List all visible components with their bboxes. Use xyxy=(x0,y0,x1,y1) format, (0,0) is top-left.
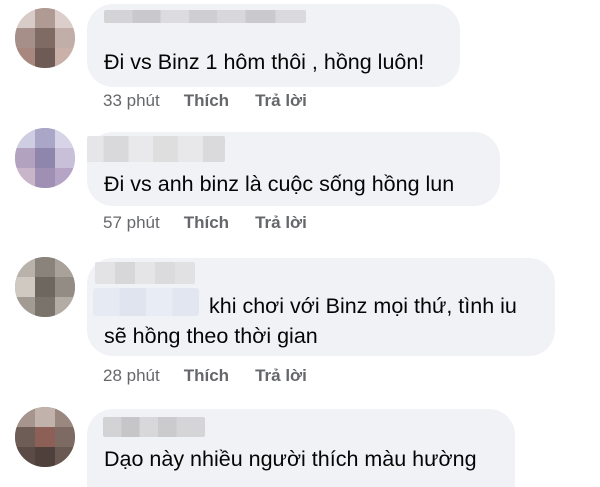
like-button[interactable]: Thích xyxy=(184,366,229,386)
comment-actions: 33 phút Thích Trả lời xyxy=(103,91,307,111)
comment-text: Đi vs anh binz là cuộc sống hồng lun xyxy=(104,172,455,196)
comment-text: Dạo này nhiều người thích màu hường xyxy=(104,447,477,471)
comment-text-line-1: khi chơi với Binz mọi thứ, tình iu xyxy=(209,294,517,318)
commenter-name[interactable] xyxy=(104,10,306,23)
reply-button[interactable]: Trả lời xyxy=(255,213,307,233)
commenter-name[interactable] xyxy=(95,262,195,284)
comment-bubble: Dạo này nhiều người thích màu hường xyxy=(87,409,515,487)
comment-text: Đi vs Binz 1 hôm thôi , hồng luôn! xyxy=(104,50,425,74)
blurred-tag xyxy=(93,288,199,316)
avatar[interactable] xyxy=(15,407,75,467)
comment-bubble: khi chơi với Binz mọi thứ, tình iu sẽ hồ… xyxy=(87,258,555,356)
comment-time[interactable]: 28 phút xyxy=(103,366,160,386)
reply-button[interactable]: Trả lời xyxy=(255,366,307,386)
comment-actions: 57 phút Thích Trả lời xyxy=(103,213,307,233)
comment-time[interactable]: 33 phút xyxy=(103,91,160,111)
avatar[interactable] xyxy=(15,128,75,188)
like-button[interactable]: Thích xyxy=(184,213,229,233)
commenter-name[interactable] xyxy=(87,136,225,162)
comment-actions: 28 phút Thích Trả lời xyxy=(103,366,307,386)
avatar[interactable] xyxy=(15,257,75,317)
avatar[interactable] xyxy=(15,8,75,68)
comment-text-line-2: sẽ hồng theo thời gian xyxy=(104,324,318,348)
commenter-name[interactable] xyxy=(103,417,205,437)
comment-time[interactable]: 57 phút xyxy=(103,213,160,233)
comment-bubble: Đi vs Binz 1 hôm thôi , hồng luôn! xyxy=(87,4,460,87)
reply-button[interactable]: Trả lời xyxy=(255,91,307,111)
comment-bubble: Đi vs anh binz là cuộc sống hồng lun xyxy=(87,132,500,206)
like-button[interactable]: Thích xyxy=(184,91,229,111)
